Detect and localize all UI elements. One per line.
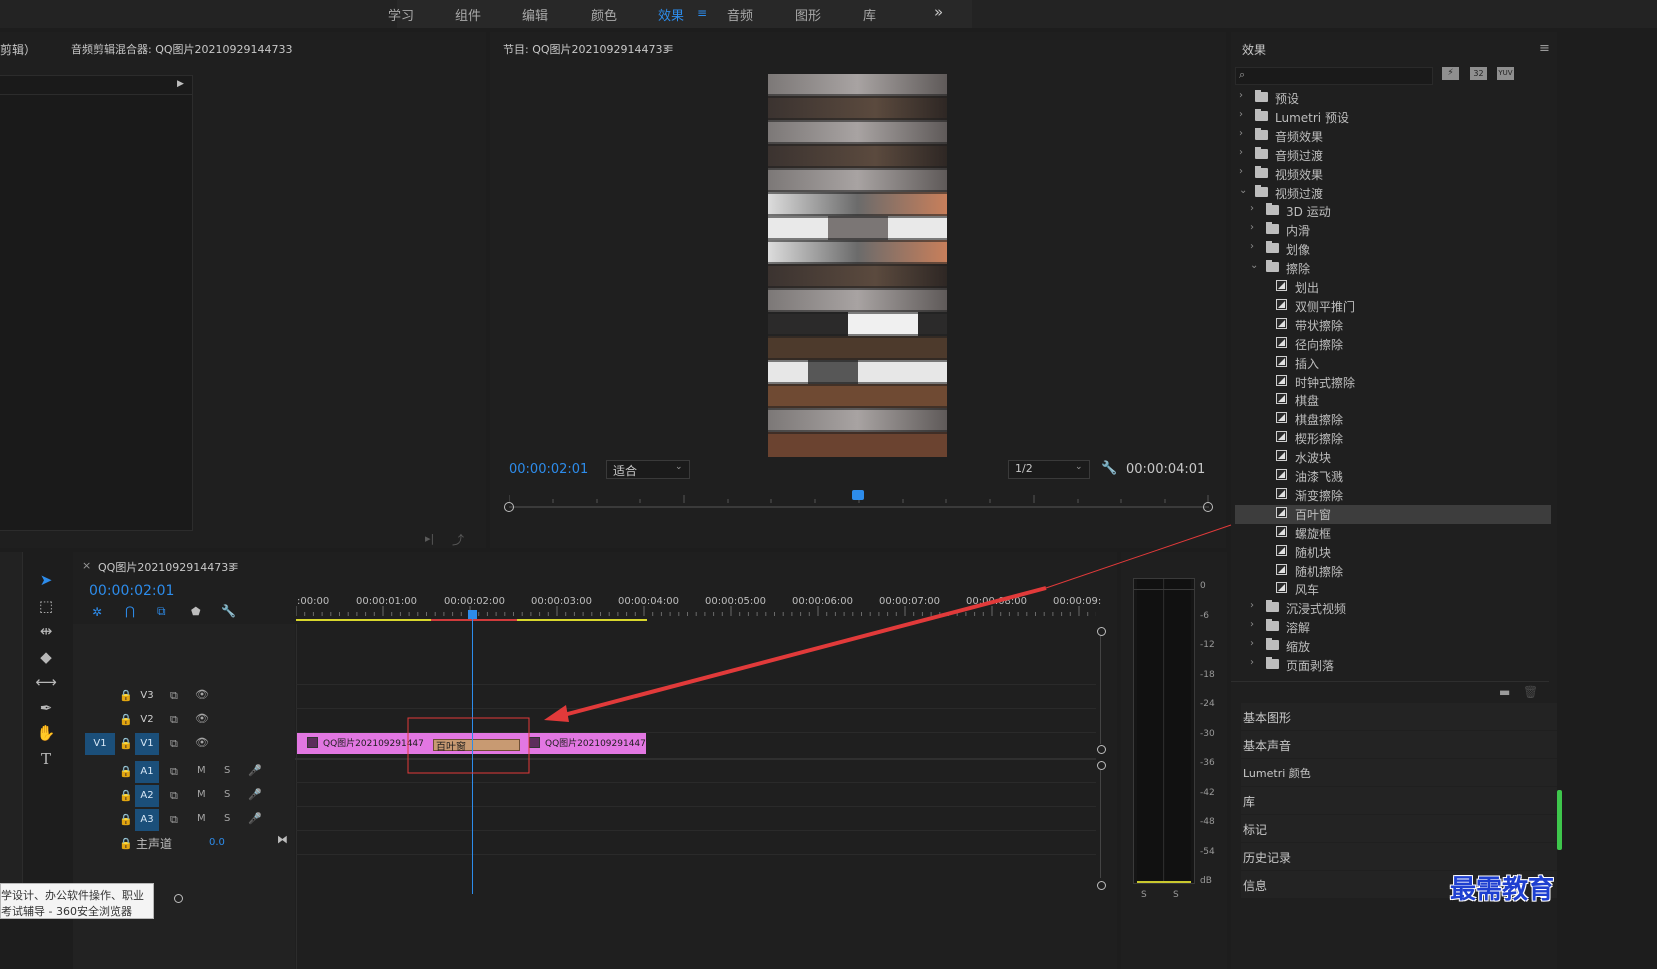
annotation-highlight-box (407, 717, 530, 774)
tooltip-line-2: 考试辅导 - 360安全浏览器 (1, 905, 132, 918)
annotation-thin-line (1045, 524, 1232, 589)
annotation-overlay (407, 524, 1232, 774)
watermark-logo: 最需教育 (1450, 875, 1555, 905)
annotation-arrow-head (544, 705, 569, 722)
tooltip-line-1: 学设计、办公软件操作、职业 (1, 889, 144, 902)
browser-tooltip: 学设计、办公软件操作、职业 考试辅导 - 360安全浏览器 (0, 883, 154, 919)
annotation-arrow-shaft (559, 586, 1047, 718)
